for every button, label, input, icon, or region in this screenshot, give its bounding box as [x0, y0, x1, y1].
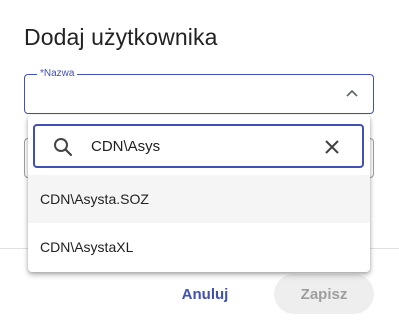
- add-user-dialog: Dodaj użytkownika *Nazwa Anuluj Zapisz C…: [0, 0, 399, 336]
- search-icon: [54, 138, 73, 157]
- search-input[interactable]: [91, 134, 311, 158]
- dialog-title: Dodaj użytkownika: [24, 24, 218, 50]
- dropdown-option[interactable]: CDN\Asysta.SOZ: [28, 175, 370, 223]
- chevron-up-icon[interactable]: [345, 88, 359, 98]
- dropdown-option[interactable]: CDN\AsystaXL: [28, 223, 370, 271]
- name-select-field[interactable]: [24, 74, 374, 114]
- dropdown-panel: CDN\Asysta.SOZ CDN\AsystaXL: [28, 115, 370, 272]
- name-field-label: *Nazwa: [37, 68, 78, 80]
- save-button[interactable]: Zapisz: [274, 274, 374, 314]
- close-icon[interactable]: [324, 139, 340, 155]
- cancel-button[interactable]: Anuluj: [172, 276, 238, 312]
- dropdown-search-box: [33, 124, 364, 168]
